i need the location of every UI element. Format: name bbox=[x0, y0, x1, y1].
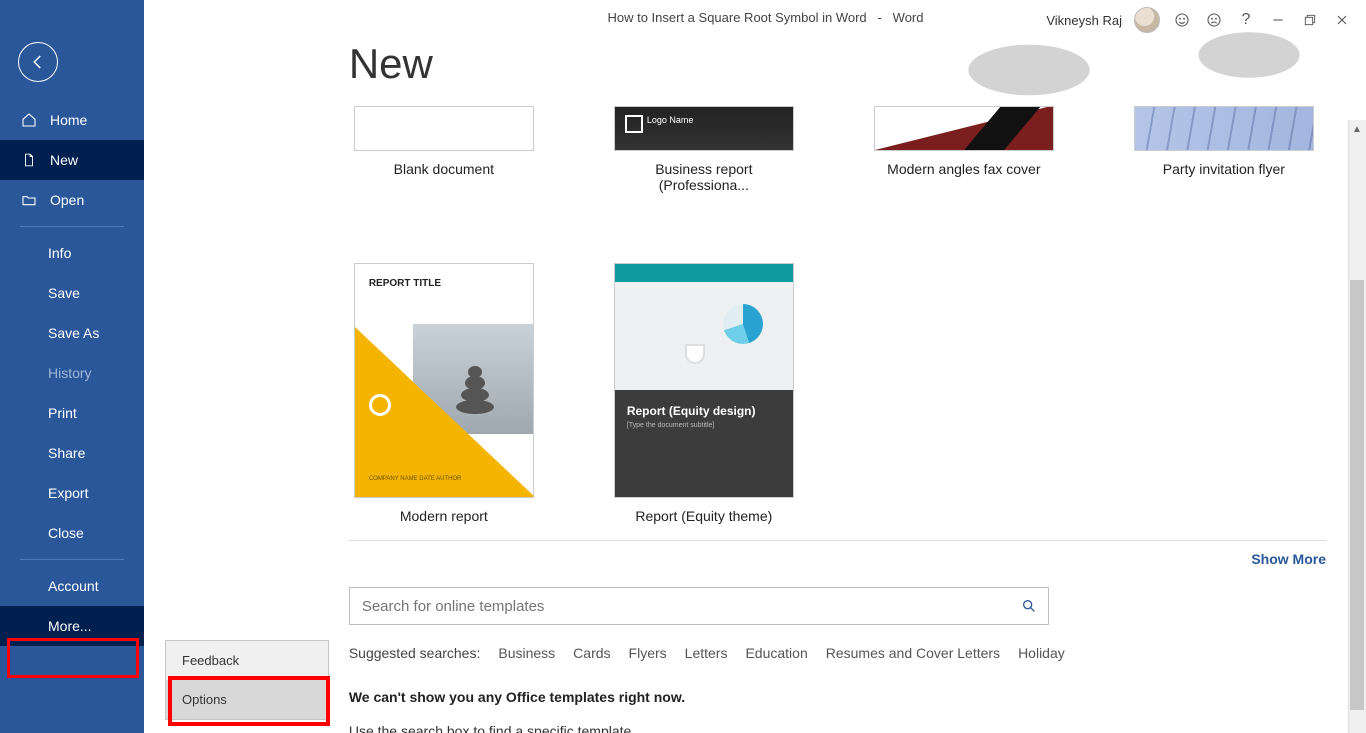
suggested-link[interactable]: Resumes and Cover Letters bbox=[826, 645, 1000, 661]
template-report-equity[interactable]: Report (Equity design) [Type the documen… bbox=[609, 263, 799, 524]
sidebar-label-new: New bbox=[50, 152, 78, 168]
template-business-report[interactable]: Business report (Professiona... bbox=[609, 106, 799, 193]
template-thumb bbox=[1134, 106, 1314, 151]
template-label: Blank document bbox=[394, 161, 494, 177]
thumb-sub: COMPANY NAME DATE AUTHOR bbox=[369, 475, 462, 483]
more-menu-options[interactable]: Options bbox=[166, 680, 328, 719]
template-label: Modern report bbox=[400, 508, 488, 524]
template-party-invitation[interactable]: Party invitation flyer bbox=[1129, 106, 1319, 193]
template-search bbox=[349, 587, 1049, 625]
suggested-label: Suggested searches: bbox=[349, 645, 481, 661]
suggested-link[interactable]: Letters bbox=[685, 645, 728, 661]
sidebar-label-open: Open bbox=[50, 192, 84, 208]
home-icon bbox=[20, 112, 38, 128]
template-thumb bbox=[874, 106, 1054, 151]
template-gallery: Blank document Business report (Professi… bbox=[349, 106, 1326, 524]
template-label: Party invitation flyer bbox=[1163, 161, 1285, 177]
scroll-up-arrow[interactable]: ▲ bbox=[1348, 120, 1366, 138]
search-input[interactable] bbox=[350, 588, 1010, 624]
template-label: Report (Equity theme) bbox=[635, 508, 772, 524]
sidebar-item-close[interactable]: Close bbox=[0, 513, 144, 553]
suggested-link[interactable]: Holiday bbox=[1018, 645, 1065, 661]
sidebar-divider bbox=[20, 559, 124, 560]
document-icon bbox=[20, 152, 38, 168]
template-modern-angles-fax[interactable]: Modern angles fax cover bbox=[869, 106, 1059, 193]
sidebar-item-print[interactable]: Print bbox=[0, 393, 144, 433]
suggested-link[interactable]: Education bbox=[745, 645, 807, 661]
template-label: Modern angles fax cover bbox=[887, 161, 1040, 177]
sidebar-item-new[interactable]: New bbox=[0, 140, 144, 180]
sidebar-item-export[interactable]: Export bbox=[0, 473, 144, 513]
more-menu-feedback[interactable]: Feedback bbox=[166, 641, 328, 680]
template-modern-report[interactable]: REPORT TITLE COMPANY NAME DATE AUTHOR Mo… bbox=[349, 263, 539, 524]
more-popout-menu: Feedback Options bbox=[165, 640, 329, 720]
suggested-link[interactable]: Business bbox=[498, 645, 555, 661]
suggested-searches: Suggested searches: Business Cards Flyer… bbox=[349, 645, 1326, 661]
horizontal-rule bbox=[349, 540, 1326, 541]
sidebar-item-save-as[interactable]: Save As bbox=[0, 313, 144, 353]
sidebar-item-account[interactable]: Account bbox=[0, 566, 144, 606]
sidebar-item-home[interactable]: Home bbox=[0, 100, 144, 140]
scrollbar-thumb[interactable] bbox=[1350, 280, 1364, 710]
backstage-sidebar: Home New Open Info Save Save As History … bbox=[0, 0, 144, 733]
suggested-link[interactable]: Flyers bbox=[629, 645, 667, 661]
thumb-sub: [Type the document subtitle] bbox=[627, 422, 781, 429]
template-label: Business report (Professiona... bbox=[609, 161, 799, 193]
thumb-title: REPORT TITLE bbox=[369, 278, 441, 289]
template-thumb bbox=[614, 106, 794, 151]
backstage-main: New Blank document Business report (Prof… bbox=[309, 0, 1366, 733]
sidebar-item-more[interactable]: More... bbox=[0, 606, 144, 646]
folder-open-icon bbox=[20, 192, 38, 208]
show-more-link[interactable]: Show More bbox=[349, 551, 1326, 567]
template-thumb: Report (Equity design) [Type the documen… bbox=[614, 263, 794, 498]
search-button[interactable] bbox=[1010, 588, 1048, 624]
cant-show-templates-msg: We can't show you any Office templates r… bbox=[349, 689, 1326, 705]
template-blank-document[interactable]: Blank document bbox=[349, 106, 539, 193]
sidebar-item-open[interactable]: Open bbox=[0, 180, 144, 220]
sidebar-item-history: History bbox=[0, 353, 144, 393]
sidebar-item-share[interactable]: Share bbox=[0, 433, 144, 473]
use-search-msg: Use the search box to find a specific te… bbox=[349, 723, 1326, 733]
template-thumb bbox=[354, 106, 534, 151]
page-title: New bbox=[349, 40, 1326, 88]
template-thumb: REPORT TITLE COMPANY NAME DATE AUTHOR bbox=[354, 263, 534, 498]
sidebar-label-home: Home bbox=[50, 112, 87, 128]
suggested-link[interactable]: Cards bbox=[573, 645, 610, 661]
thumb-title: Report (Equity design) bbox=[627, 404, 781, 418]
sidebar-item-save[interactable]: Save bbox=[0, 273, 144, 313]
sidebar-item-info[interactable]: Info bbox=[0, 233, 144, 273]
back-button[interactable] bbox=[18, 42, 58, 82]
sidebar-divider bbox=[20, 226, 124, 227]
